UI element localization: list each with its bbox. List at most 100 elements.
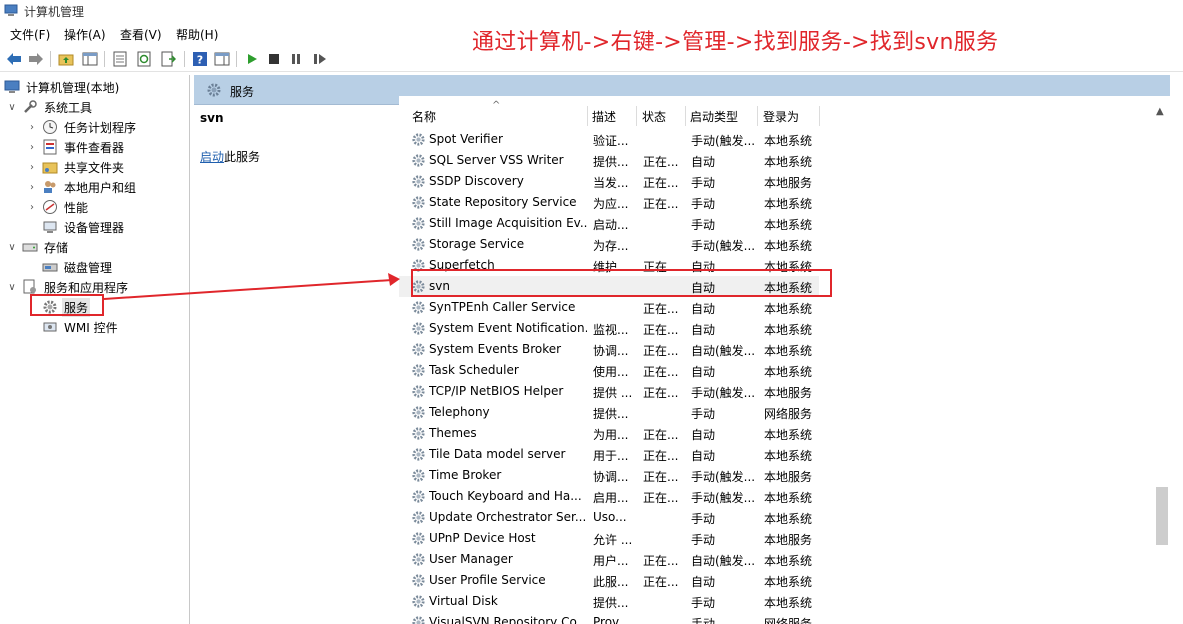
service-gear-icon: [411, 510, 426, 525]
service-startup-cell: 手动: [691, 407, 716, 421]
service-desc-cell: 协调...: [593, 344, 629, 358]
pause-service-button[interactable]: [286, 49, 306, 69]
restart-service-button[interactable]: [310, 49, 330, 69]
service-row[interactable]: TCP/IP NetBIOS Helper 提供 ... 正在... 手动(触发...…: [399, 381, 819, 402]
service-status-cell: 正在...: [643, 344, 679, 358]
service-name-cell: User Profile Service: [429, 573, 546, 587]
expand-chevron-icon[interactable]: ›: [26, 142, 38, 153]
service-desc-cell: 验证...: [593, 134, 629, 148]
service-gear-icon: [411, 342, 426, 357]
service-desc-cell: Prov...: [593, 615, 630, 624]
service-name-cell: State Repository Service: [429, 195, 577, 209]
service-row[interactable]: System Events Broker 协调... 正在... 自动(触发... 本地…: [399, 339, 819, 360]
refresh-icon: [137, 51, 151, 67]
service-row[interactable]: Themes 为用... 正在... 自动 本地系统: [399, 423, 819, 444]
service-row[interactable]: Tile Data model server 用于... 正在... 自动 本地系统: [399, 444, 819, 465]
start-service-button[interactable]: [242, 49, 262, 69]
expand-chevron-icon[interactable]: ›: [26, 202, 38, 213]
tree-storage[interactable]: ∨ 存储: [6, 237, 70, 257]
service-status-cell: 正在...: [643, 365, 679, 379]
tree-wmi[interactable]: WMI 控件: [42, 317, 120, 337]
column-divider[interactable]: [587, 106, 588, 126]
help-button[interactable]: ?: [190, 49, 210, 69]
tree-disk-management[interactable]: 磁盘管理: [42, 257, 114, 277]
column-divider[interactable]: [636, 106, 637, 126]
tree-local-users[interactable]: › 本地用户和组: [26, 177, 138, 197]
expand-chevron-icon[interactable]: ›: [26, 182, 38, 193]
service-row[interactable]: User Manager 用户... 正在... 自动(触发... 本地系统: [399, 549, 819, 570]
service-row[interactable]: Still Image Acquisition Ev... 启动... 手动 本地系统: [399, 213, 819, 234]
service-desc-cell: 为应...: [593, 197, 629, 211]
collapse-chevron-icon[interactable]: ∨: [6, 242, 18, 253]
tree-shared-folders[interactable]: › 共享文件夹: [26, 157, 126, 177]
toolbar-separator: [104, 51, 105, 67]
service-row[interactable]: SQL Server VSS Writer 提供... 正在... 自动 本地系统: [399, 150, 819, 171]
tree-performance[interactable]: › 性能: [26, 197, 90, 217]
service-logon-cell: 本地系统: [764, 428, 813, 442]
export-list-button[interactable]: [158, 49, 178, 69]
column-header-description[interactable]: 描述: [592, 96, 616, 124]
column-header-name[interactable]: 名称: [412, 96, 436, 124]
play-icon: [248, 54, 257, 64]
service-row[interactable]: Time Broker 协调... 正在... 手动(触发... 本地服务: [399, 465, 819, 486]
service-row[interactable]: Update Orchestrator Ser... Uso... 手动 本地系统: [399, 507, 819, 528]
tree-root[interactable]: 计算机管理(本地): [4, 77, 121, 97]
refresh-button[interactable]: [134, 49, 154, 69]
service-row[interactable]: VisualSVN Repository Co... Prov... 手动 网络服务: [399, 612, 819, 624]
service-desc-cell: 监视...: [593, 323, 629, 337]
service-row[interactable]: Task Scheduler 使用... 正在... 自动 本地系统: [399, 360, 819, 381]
menu-help[interactable]: 帮助(H): [174, 26, 220, 43]
back-button[interactable]: [4, 49, 24, 69]
collapse-chevron-icon[interactable]: ∨: [6, 102, 18, 113]
column-header-log-on-as[interactable]: 登录为: [763, 96, 799, 124]
tree-system-tools[interactable]: ∨ 系统工具: [6, 97, 94, 117]
service-logon-cell: 本地系统: [764, 197, 813, 211]
expand-chevron-icon[interactable]: ›: [26, 162, 38, 173]
start-service-link[interactable]: 启动: [200, 150, 224, 164]
tree-device-manager[interactable]: 设备管理器: [42, 217, 126, 237]
collapse-chevron-icon[interactable]: ∨: [6, 282, 18, 293]
column-divider[interactable]: [819, 106, 820, 126]
service-gear-icon: [411, 615, 426, 624]
vertical-scrollbar[interactable]: ▲: [1153, 96, 1170, 624]
stop-service-button[interactable]: [264, 49, 284, 69]
service-row[interactable]: Storage Service 为存... 手动(触发... 本地系统: [399, 234, 819, 255]
menu-action[interactable]: 操作(A): [62, 26, 108, 43]
tree-event-viewer[interactable]: › 事件查看器: [26, 137, 126, 157]
service-row[interactable]: SSDP Discovery 当发... 正在... 手动 本地服务: [399, 171, 819, 192]
column-divider[interactable]: [757, 106, 758, 126]
service-name-cell: Still Image Acquisition Ev...: [429, 216, 587, 230]
forward-button[interactable]: [26, 49, 46, 69]
service-row[interactable]: UPnP Device Host 允许 ... 手动 本地服务: [399, 528, 819, 549]
service-row[interactable]: State Repository Service 为应... 正在... 手动 本地系统: [399, 192, 819, 213]
menu-file[interactable]: 文件(F): [8, 26, 52, 43]
properties-button[interactable]: [110, 49, 130, 69]
service-gear-icon: [411, 132, 426, 147]
service-gear-icon: [411, 531, 426, 546]
service-gear-icon: [411, 216, 426, 231]
column-header-startup-type[interactable]: 启动类型: [690, 96, 738, 124]
service-row[interactable]: SynTPEnh Caller Service 正在... 自动 本地系统: [399, 297, 819, 318]
up-level-button[interactable]: [56, 49, 76, 69]
performance-icon: [43, 200, 57, 214]
service-row[interactable]: Touch Keyboard and Ha... 启用... 正在... 手动(触发.…: [399, 486, 819, 507]
service-row[interactable]: Spot Verifier 验证... 手动(触发... 本地系统: [399, 129, 819, 150]
service-row[interactable]: Telephony 提供... 手动 网络服务: [399, 402, 819, 423]
column-divider[interactable]: [685, 106, 686, 126]
service-startup-cell: 自动: [691, 575, 716, 589]
action-pane-button[interactable]: [212, 49, 232, 69]
column-header-status[interactable]: 状态: [642, 96, 666, 124]
tree-task-scheduler[interactable]: › 任务计划程序: [26, 117, 138, 137]
service-row[interactable]: System Event Notification... 监视... 正在... 自动…: [399, 318, 819, 339]
service-name-cell: Tile Data model server: [429, 447, 566, 461]
window-title: 计算机管理: [24, 5, 85, 19]
menu-view[interactable]: 查看(V): [118, 26, 164, 43]
service-row[interactable]: Virtual Disk 提供... 手动 本地系统: [399, 591, 819, 612]
service-startup-cell: 手动(触发...: [691, 470, 755, 484]
expand-chevron-icon[interactable]: ›: [26, 122, 38, 133]
scroll-thumb[interactable]: [1156, 487, 1168, 545]
service-row[interactable]: User Profile Service 此服... 正在... 自动 本地系统: [399, 570, 819, 591]
service-gear-icon: [411, 594, 426, 609]
show-hide-tree-button[interactable]: [80, 49, 100, 69]
scroll-up-icon[interactable]: ▲: [1156, 106, 1164, 117]
